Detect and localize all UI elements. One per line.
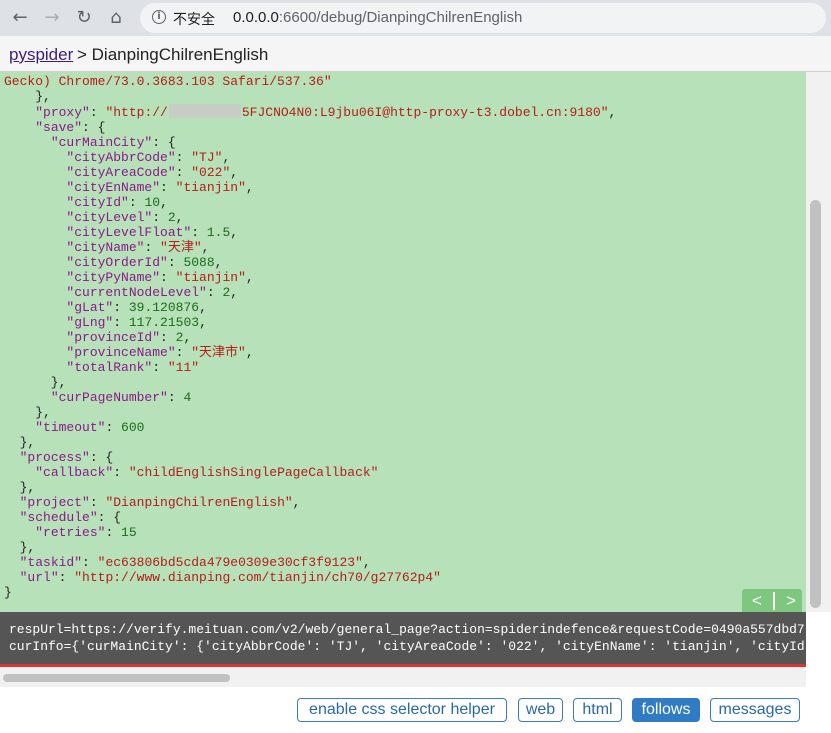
vertical-scrollbar[interactable] xyxy=(806,72,831,612)
json-key: "callback" xyxy=(35,465,114,480)
json-key: "project" xyxy=(19,495,90,510)
redaction-mask xyxy=(168,104,241,118)
json-value: "022" xyxy=(191,165,231,180)
url-text[interactable]: 0.0.0.0:6600/debug/DianpingChilrenEnglis… xyxy=(233,9,522,26)
json-value: "http://www.dianping.com/tianjin/ch70/g2… xyxy=(74,570,441,585)
json-key: "url" xyxy=(19,570,59,585)
json-value: 5FJCNO4N0:L9jbu06I@http-proxy-t3.dobel.c… xyxy=(241,105,609,120)
json-key: "gLng" xyxy=(66,315,114,330)
security-label: 不安全 xyxy=(173,11,215,27)
json-value: "TJ" xyxy=(191,150,223,165)
json-value: "childEnglishSinglePageCallback" xyxy=(128,465,379,480)
json-value: 1.5 xyxy=(206,225,231,240)
json-key: "cityPyName" xyxy=(66,270,161,285)
json-key: "gLat" xyxy=(66,300,114,315)
json-key: "cityEnName" xyxy=(66,180,161,195)
back-icon[interactable]: ← xyxy=(8,6,32,30)
json-key: "retries" xyxy=(35,525,106,540)
address-bar[interactable]: i 不安全 0.0.0.0:6600/debug/DianpingChilren… xyxy=(140,3,826,33)
json-value: "DianpingChilrenEnglish" xyxy=(105,495,293,510)
browser-toolbar: ← → ↻ ⌂ i 不安全 0.0.0.0:6600/debug/Dianpin… xyxy=(0,0,831,36)
json-value: "ec63806bd5cda479e0309e30cf3f9123" xyxy=(97,555,363,570)
task-json: Gecko) Chrome/73.0.3683.103 Safari/537.3… xyxy=(4,74,617,600)
city-fields: "cityAbbrCode": "TJ", "cityAreaCode": "0… xyxy=(66,150,254,375)
json-key: "currentNodeLevel" xyxy=(66,285,207,300)
json-key: "cityAbbrCode" xyxy=(66,150,176,165)
json-value: 5088 xyxy=(183,255,215,270)
console-line: curInfo={'curMainCity': {'cityAbbrCode':… xyxy=(9,639,805,654)
json-key: "cityLevel" xyxy=(66,210,153,225)
info-icon[interactable]: i xyxy=(152,10,166,24)
json-key: "provinceName" xyxy=(66,345,176,360)
json-value: 15 xyxy=(121,525,137,540)
json-key: "proxy" xyxy=(35,105,90,120)
json-value: 600 xyxy=(121,420,145,435)
horizontal-scrollbar[interactable] xyxy=(0,667,806,687)
forward-icon[interactable]: → xyxy=(40,6,64,30)
follows-button[interactable]: follows xyxy=(632,698,700,722)
json-value: "天津市" xyxy=(191,345,246,360)
json-key: "provinceId" xyxy=(66,330,161,345)
json-value: 4 xyxy=(183,390,192,405)
bottom-toolbar: enable css selector helper web html foll… xyxy=(0,687,831,733)
json-key: "curPageNumber" xyxy=(50,390,168,405)
json-line-ua: Gecko) Chrome/73.0.3683.103 Safari/537.3… xyxy=(4,74,332,89)
json-key: "cityName" xyxy=(66,240,145,255)
json-key: "cityAreaCode" xyxy=(66,165,176,180)
home-icon[interactable]: ⌂ xyxy=(104,6,128,30)
json-value: 39.120876 xyxy=(128,300,200,315)
pager-divider xyxy=(773,592,775,610)
json-key: "cityLevelFloat" xyxy=(66,225,192,240)
json-value: "tianjin" xyxy=(175,270,246,285)
html-button[interactable]: html xyxy=(573,698,622,722)
json-value: 2 xyxy=(222,285,231,300)
css-selector-helper-button[interactable]: enable css selector helper xyxy=(297,698,507,722)
json-key: "save" xyxy=(35,120,83,135)
console-output: respUrl=https://verify.meituan.com/v2/we… xyxy=(0,612,806,667)
task-json-panel: Gecko) Chrome/73.0.3683.103 Safari/537.3… xyxy=(0,72,806,612)
json-key: "taskid" xyxy=(19,555,83,570)
json-value: "天津" xyxy=(160,240,202,255)
page-header: pyspider > DianpingChilrenEnglish xyxy=(0,36,831,72)
json-key: "process" xyxy=(19,450,90,465)
prev-button[interactable]: < xyxy=(752,591,762,611)
json-key: "curMainCity" xyxy=(50,135,153,150)
reload-icon[interactable]: ↻ xyxy=(72,6,96,30)
pager: < > xyxy=(742,589,802,613)
json-key: "timeout" xyxy=(35,420,106,435)
json-key: "schedule" xyxy=(19,510,98,525)
vertical-scroll-thumb[interactable] xyxy=(810,200,821,608)
json-key: "cityId" xyxy=(66,195,129,210)
json-value: 2 xyxy=(175,330,184,345)
json-value: "http:// xyxy=(105,105,168,120)
next-button[interactable]: > xyxy=(786,591,796,611)
pyspider-link[interactable]: pyspider xyxy=(9,45,73,65)
url-host: 0.0.0.0 xyxy=(233,9,279,26)
json-value: 2 xyxy=(167,210,176,225)
messages-button[interactable]: messages xyxy=(710,698,800,722)
breadcrumb-project: > DianpingChilrenEnglish xyxy=(77,45,269,64)
web-button[interactable]: web xyxy=(518,698,563,722)
json-key: "totalRank" xyxy=(66,360,153,375)
console-line: respUrl=https://verify.meituan.com/v2/we… xyxy=(9,622,805,637)
json-value: 117.21503 xyxy=(128,315,200,330)
json-value: "11" xyxy=(167,360,200,375)
horizontal-scroll-thumb[interactable] xyxy=(3,674,230,682)
url-path: :6600/debug/DianpingChilrenEnglish xyxy=(278,9,523,26)
json-value: 10 xyxy=(144,195,161,210)
json-key: "cityOrderId" xyxy=(66,255,168,270)
json-value: "tianjin" xyxy=(175,180,246,195)
